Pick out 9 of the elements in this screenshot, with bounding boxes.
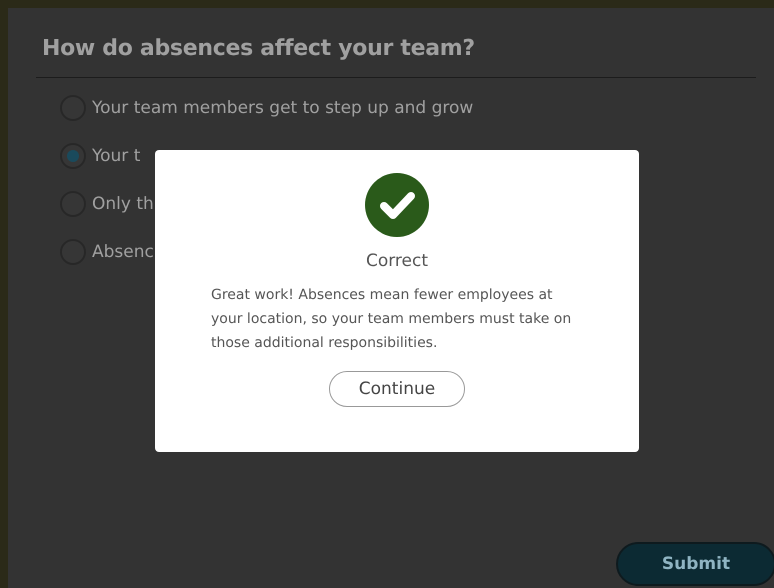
option-label: Your team members get to step up and grow: [92, 98, 474, 118]
radio-button[interactable]: [60, 143, 86, 169]
option-label: Only th: [92, 194, 154, 214]
option-label: Absenc: [92, 242, 154, 262]
dialog-title: Correct: [366, 251, 428, 271]
option-label: Your t: [92, 146, 140, 166]
continue-button[interactable]: Continue: [329, 371, 465, 407]
question-title: How do absences affect your team?: [42, 36, 476, 61]
feedback-message: Great work! Absences mean fewer employees at your location, so your team members must take on those additional responsibilities.: [211, 286, 572, 353]
